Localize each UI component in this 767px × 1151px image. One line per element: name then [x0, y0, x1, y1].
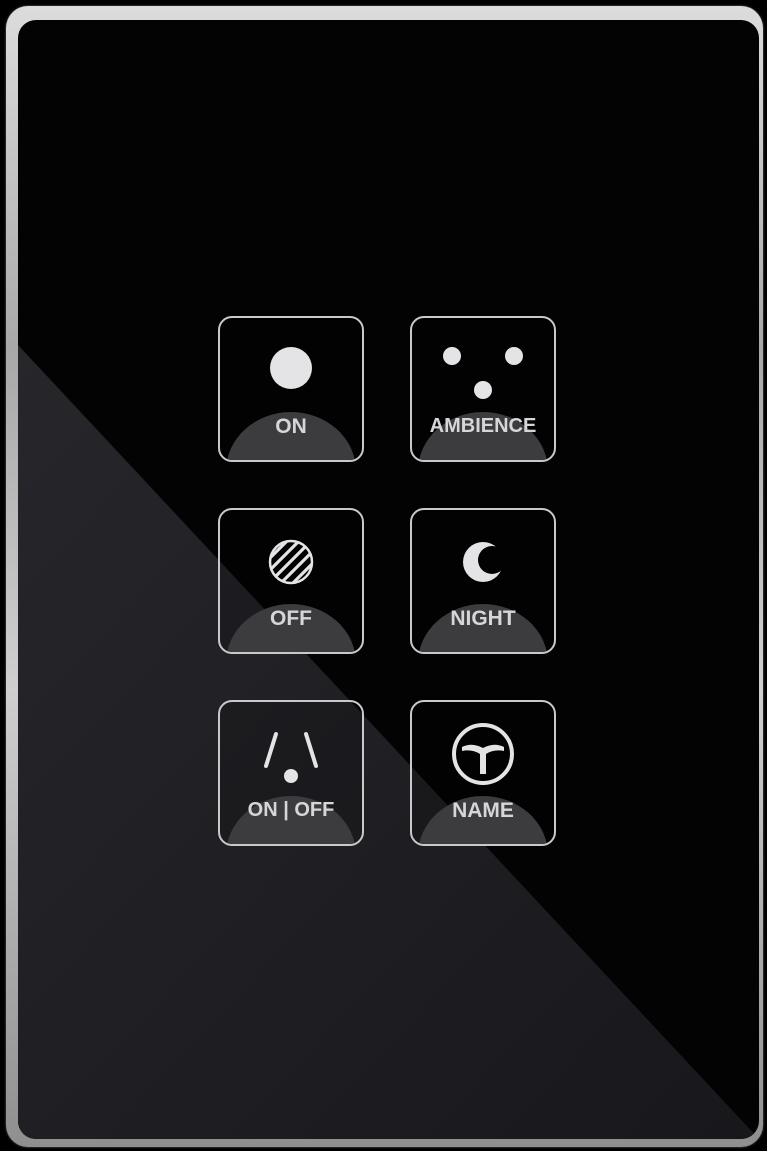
glass-panel: ON AMBIENCE OFF NIGHT ON | OFF NAME: [18, 20, 759, 1139]
night-button-label: NIGHT: [450, 607, 516, 630]
on-button[interactable]: ON: [218, 316, 364, 462]
night-button[interactable]: NIGHT: [410, 508, 556, 654]
off-button-label: OFF: [270, 607, 312, 630]
on-off-button-label: ON | OFF: [247, 799, 335, 821]
name-button-label: NAME: [452, 799, 514, 822]
on-off-button[interactable]: ON | OFF: [218, 700, 364, 846]
ambience-button[interactable]: AMBIENCE: [410, 316, 556, 462]
three-dots-icon: [443, 347, 523, 399]
ambience-button-label: AMBIENCE: [429, 415, 537, 437]
off-button[interactable]: OFF: [218, 508, 364, 654]
name-button[interactable]: NAME: [410, 700, 556, 846]
lamp-light-icon: [264, 732, 318, 783]
on-button-label: ON: [275, 415, 307, 438]
glass-reflection: [18, 345, 759, 1139]
